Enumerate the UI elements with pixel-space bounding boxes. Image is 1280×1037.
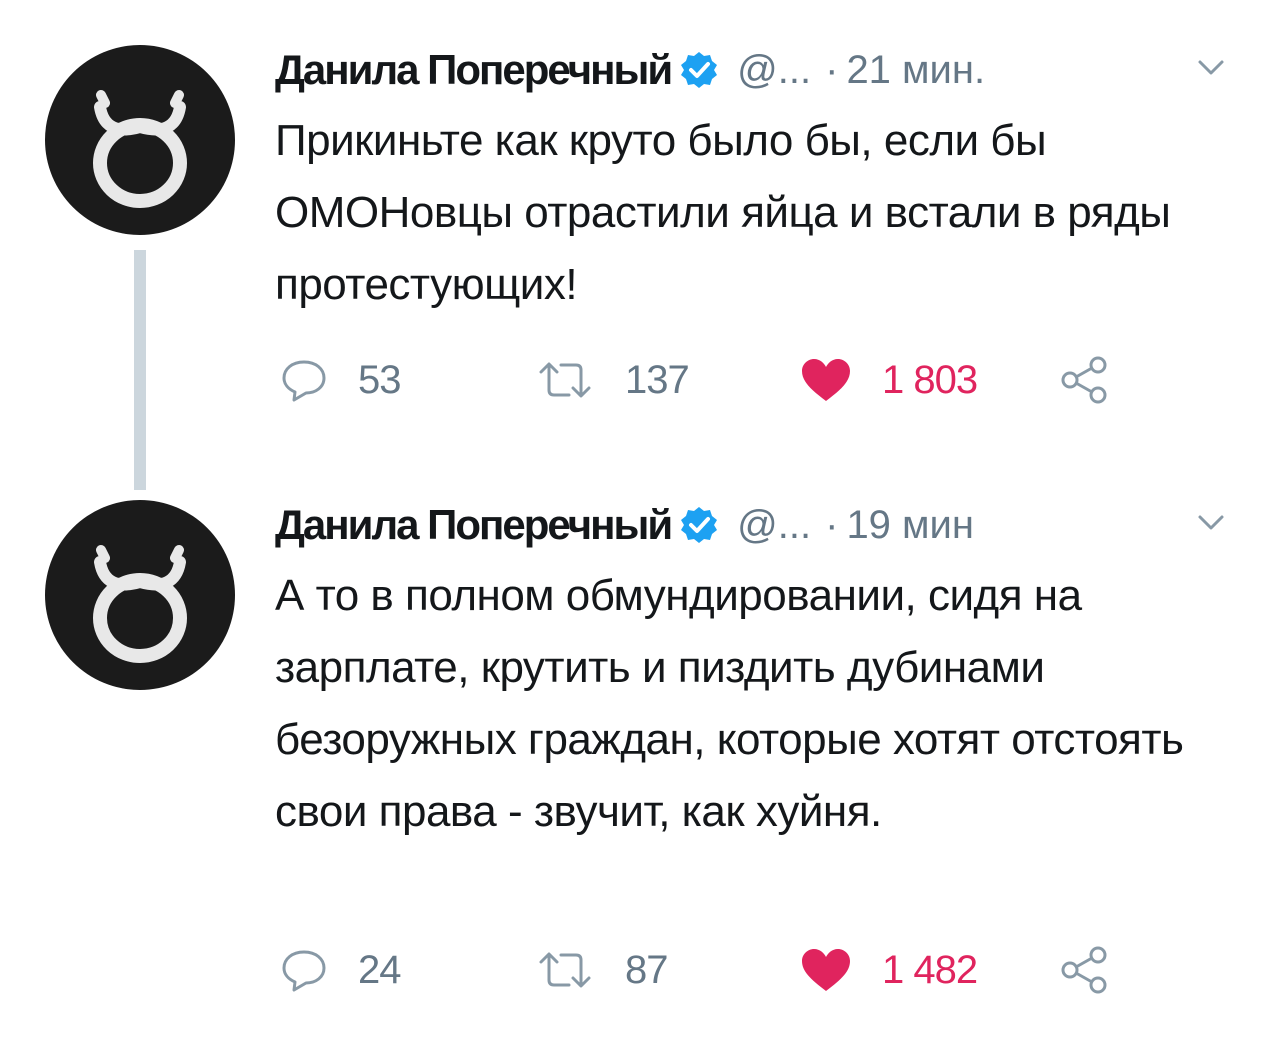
author-name[interactable]: Данила Поперечный (275, 501, 673, 549)
author-name[interactable]: Данила Поперечный (275, 46, 673, 94)
share-button[interactable] (1060, 350, 1110, 410)
retweet-icon (539, 952, 591, 988)
retweet-count: 137 (625, 357, 690, 402)
reply-button[interactable]: 53 (280, 350, 401, 410)
timestamp[interactable]: 19 мин (846, 503, 974, 548)
retweet-icon (539, 362, 591, 398)
reply-icon (282, 360, 326, 402)
separator-dot: · (825, 47, 839, 92)
timestamp[interactable]: 21 мин. (846, 48, 985, 93)
tweet-header: Данила Поперечный @... · 19 мин (275, 495, 1255, 555)
verified-badge-icon (679, 50, 719, 90)
like-button[interactable]: 1 482 (800, 940, 978, 1000)
author-handle[interactable]: @... (737, 48, 811, 93)
chevron-down-icon[interactable] (1197, 58, 1225, 78)
tweet[interactable]: Данила Поперечный @... · 21 мин. Прикинь… (0, 0, 1280, 470)
tweet-actions: 53 137 1 803 (280, 350, 1180, 410)
retweet-count: 87 (625, 947, 668, 992)
retweet-button[interactable]: 137 (535, 350, 690, 410)
chevron-down-icon[interactable] (1197, 513, 1225, 533)
share-button[interactable] (1060, 940, 1110, 1000)
share-icon (1061, 356, 1107, 404)
like-button[interactable]: 1 803 (800, 350, 978, 410)
tweet-text: Прикиньте как круто было бы, если бы ОМО… (275, 116, 1171, 309)
heart-icon (802, 359, 850, 401)
reply-button[interactable]: 24 (280, 940, 401, 1000)
avatar-logo-icon (93, 90, 187, 208)
author-handle[interactable]: @... (737, 503, 811, 548)
avatar[interactable] (45, 45, 235, 235)
avatar-logo-icon (93, 545, 187, 663)
separator-dot: · (825, 502, 839, 547)
tweet-actions: 24 87 1 482 (280, 940, 1180, 1000)
reply-count: 24 (358, 947, 401, 992)
heart-icon (802, 949, 850, 991)
tweet-header: Данила Поперечный @... · 21 мин. (275, 40, 1255, 100)
reply-count: 53 (358, 357, 401, 402)
like-count: 1 482 (882, 947, 978, 992)
share-icon (1061, 946, 1107, 994)
avatar[interactable] (45, 500, 235, 690)
verified-badge-icon (679, 505, 719, 545)
tweet-text: А то в полном обмундировании, сидя на за… (275, 571, 1184, 836)
retweet-button[interactable]: 87 (535, 940, 668, 1000)
reply-icon (282, 950, 326, 992)
like-count: 1 803 (882, 357, 978, 402)
